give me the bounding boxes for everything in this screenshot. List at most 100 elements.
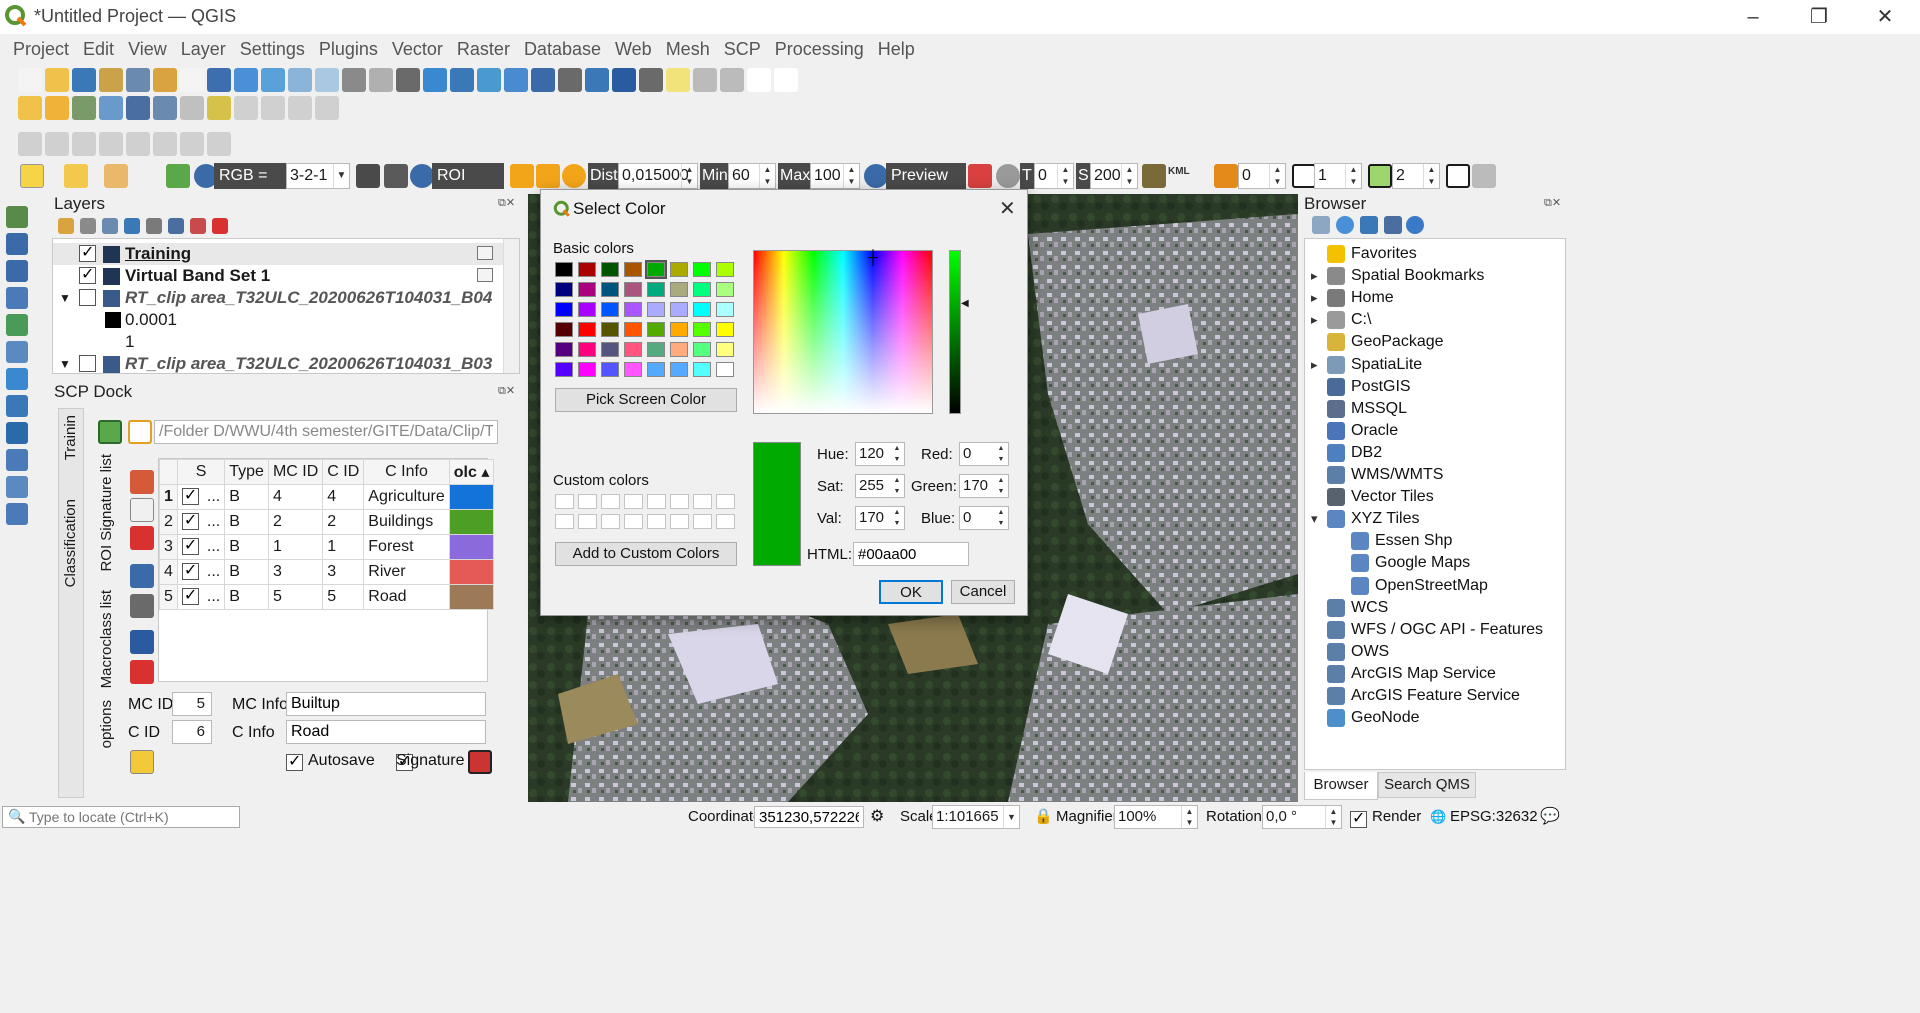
add-layer-tool-1-icon[interactable] bbox=[6, 206, 28, 228]
toolbar1-tool-1-icon[interactable] bbox=[18, 68, 42, 92]
basic-color-swatch[interactable] bbox=[578, 262, 596, 277]
basic-color-swatch[interactable] bbox=[578, 302, 596, 317]
transparency-spinbox[interactable]: 0 ▲ ▼ bbox=[1034, 163, 1074, 189]
menu-database[interactable]: Database bbox=[517, 36, 608, 64]
expand-icon[interactable]: ▼ bbox=[59, 353, 71, 375]
add-layer-tool-11-icon[interactable] bbox=[6, 476, 28, 498]
basic-color-swatch[interactable] bbox=[670, 342, 688, 357]
layers-tool-6-icon[interactable] bbox=[168, 218, 184, 234]
expand-icon[interactable]: ▼ bbox=[59, 287, 71, 309]
basic-color-swatch[interactable] bbox=[601, 342, 619, 357]
basic-color-swatch[interactable] bbox=[578, 322, 596, 337]
sat-spinbox[interactable]: 255 ▲ ▼ bbox=[855, 474, 905, 498]
browser-item[interactable]: DB2 bbox=[1305, 442, 1555, 464]
basic-color-swatch[interactable] bbox=[624, 362, 642, 377]
toolbar1-tool-6-icon[interactable] bbox=[153, 68, 177, 92]
delete-roi-icon[interactable] bbox=[130, 526, 154, 550]
toolbar2-tool-9-icon[interactable] bbox=[234, 96, 258, 120]
layer-visibility-checkbox[interactable] bbox=[79, 242, 96, 264]
toolbar3-tool-1-icon[interactable] bbox=[18, 132, 42, 156]
minimize-button[interactable]: – bbox=[1720, 0, 1786, 34]
expand-icon[interactable]: ▸ bbox=[1311, 354, 1318, 376]
custom-color-swatch[interactable] bbox=[624, 514, 643, 529]
layer-indicator-icon[interactable] bbox=[477, 268, 493, 282]
info-icon[interactable] bbox=[1406, 216, 1424, 234]
dialog-close-icon[interactable]: ✕ bbox=[999, 196, 1016, 221]
custom-color-swatch[interactable] bbox=[624, 494, 643, 509]
toolbar1-tool-17-icon[interactable] bbox=[450, 68, 474, 92]
toolbar1-tool-5-icon[interactable] bbox=[126, 68, 150, 92]
custom-color-swatch[interactable] bbox=[647, 514, 666, 529]
add-layer-tool-10-icon[interactable] bbox=[6, 449, 28, 471]
export-signature-icon[interactable] bbox=[130, 660, 154, 684]
mc-info-field[interactable] bbox=[286, 692, 486, 716]
menu-project[interactable]: Project bbox=[6, 36, 76, 64]
toolbar2-tool-3-icon[interactable] bbox=[72, 96, 96, 120]
browser-item[interactable]: OpenStreetMap bbox=[1305, 575, 1555, 597]
browser-item[interactable]: MSSQL bbox=[1305, 398, 1555, 420]
basic-color-swatch[interactable] bbox=[601, 362, 619, 377]
toolbar1-tool-12-icon[interactable] bbox=[315, 68, 339, 92]
layers-tool-3-icon[interactable] bbox=[102, 218, 118, 234]
hue-spinbox[interactable]: 120 ▲ ▼ bbox=[855, 442, 905, 466]
row-color-swatch[interactable] bbox=[448, 484, 495, 510]
toolbar3-tool-8-icon[interactable] bbox=[207, 132, 231, 156]
basic-color-swatch[interactable] bbox=[601, 322, 619, 337]
band-spinbox-2[interactable]: 1 ▲ ▼ bbox=[1314, 163, 1362, 189]
basic-color-swatch[interactable] bbox=[670, 262, 688, 277]
basic-color-swatch[interactable] bbox=[693, 322, 711, 337]
toolbar2-tool-12-icon[interactable] bbox=[315, 96, 339, 120]
add-layer-tool-8-icon[interactable] bbox=[6, 395, 28, 417]
magnifier-spinbox[interactable]: 100% ▲ ▼ bbox=[1114, 805, 1198, 829]
layers-tool-7-icon[interactable] bbox=[190, 218, 206, 234]
menu-raster[interactable]: Raster bbox=[450, 36, 517, 64]
basic-color-swatch[interactable] bbox=[578, 282, 596, 297]
custom-color-swatch[interactable] bbox=[578, 514, 597, 529]
val-spinbox[interactable]: 170 ▲ ▼ bbox=[855, 506, 905, 530]
basic-color-swatch[interactable] bbox=[647, 362, 665, 377]
scale-combo[interactable]: 1:101665 ▼ bbox=[932, 805, 1020, 829]
row-color-swatch[interactable] bbox=[448, 509, 495, 535]
locator-input[interactable] bbox=[25, 807, 237, 827]
tab-training[interactable]: Trainin bbox=[62, 415, 79, 460]
basic-color-swatch[interactable] bbox=[716, 362, 734, 377]
band-spinbox-1[interactable]: 0 ▲ ▼ bbox=[1238, 163, 1286, 189]
refresh-icon[interactable] bbox=[1336, 216, 1354, 234]
basic-color-swatch[interactable] bbox=[555, 262, 573, 277]
basic-color-swatch[interactable] bbox=[624, 322, 642, 337]
toolbar2-tool-7-icon[interactable] bbox=[180, 96, 204, 120]
toolbar3-tool-4-icon[interactable] bbox=[99, 132, 123, 156]
min-spinbox[interactable]: 60 ▲ ▼ bbox=[728, 163, 776, 189]
add-layer-tool-5-icon[interactable] bbox=[6, 314, 28, 336]
toolbar1-tool-14-icon[interactable] bbox=[369, 68, 393, 92]
layers-tool-2-icon[interactable] bbox=[80, 218, 96, 234]
browser-item[interactable]: Oracle bbox=[1305, 420, 1555, 442]
browser-item[interactable]: PostGIS bbox=[1305, 376, 1555, 398]
browser-item[interactable]: ArcGIS Map Service bbox=[1305, 663, 1555, 685]
basic-color-swatch[interactable] bbox=[647, 342, 665, 357]
lock-icon[interactable]: 🔒 bbox=[1034, 804, 1053, 830]
layer-visibility-checkbox[interactable] bbox=[79, 264, 96, 286]
custom-color-swatch[interactable] bbox=[555, 514, 574, 529]
band-combination-icon[interactable] bbox=[356, 164, 380, 188]
rotation-spinbox[interactable]: 0,0 ° ▲ ▼ bbox=[1262, 805, 1342, 829]
classification-preview-icon[interactable] bbox=[968, 164, 992, 188]
band-set-icon[interactable] bbox=[1472, 164, 1496, 188]
add-layer-tool-9-icon[interactable] bbox=[6, 422, 28, 444]
toolbar1-tool-29-icon[interactable] bbox=[774, 68, 798, 92]
basic-color-swatch[interactable] bbox=[670, 302, 688, 317]
messages-icon[interactable]: 💬 bbox=[1540, 804, 1560, 830]
basic-color-swatch[interactable] bbox=[601, 262, 619, 277]
toolbar1-tool-25-icon[interactable] bbox=[666, 68, 690, 92]
size-spinbox[interactable]: 200 ▲ ▼ bbox=[1090, 163, 1138, 189]
dist-spinbox[interactable]: 0,015000 ▲ ▼ bbox=[618, 163, 698, 189]
c-id-spinbox[interactable]: 6 bbox=[172, 720, 212, 744]
browser-item[interactable]: WCS bbox=[1305, 597, 1555, 619]
basic-color-swatch[interactable] bbox=[693, 282, 711, 297]
redo-roi-icon[interactable] bbox=[562, 164, 586, 188]
toolbar1-tool-10-icon[interactable] bbox=[261, 68, 285, 92]
custom-color-swatch[interactable] bbox=[601, 514, 620, 529]
toolbar1-tool-7-icon[interactable] bbox=[180, 68, 204, 92]
row-checkbox[interactable] bbox=[181, 535, 199, 556]
layer-visibility-checkbox[interactable] bbox=[79, 355, 96, 372]
